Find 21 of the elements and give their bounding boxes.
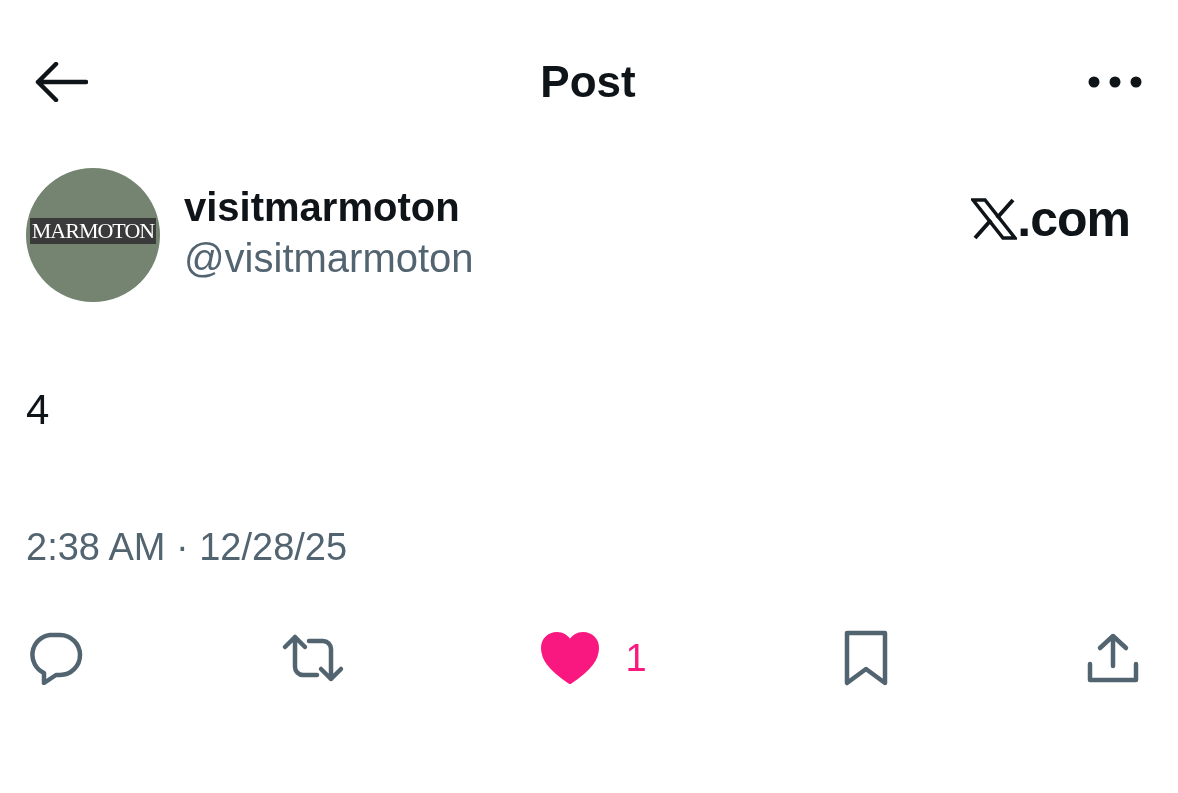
- post-timestamp: 2:38 AM · 12/28/25: [26, 526, 349, 569]
- back-button[interactable]: [34, 62, 88, 102]
- repost-icon: [280, 633, 345, 683]
- heart-icon: [541, 632, 600, 684]
- page-title: Post: [540, 57, 636, 107]
- bookmark-button[interactable]: [843, 629, 890, 687]
- x-logo-icon: [971, 198, 1018, 240]
- bookmark-icon: [843, 629, 890, 687]
- post-text: 4: [26, 386, 51, 434]
- repost-button[interactable]: [280, 633, 345, 683]
- avatar-logo-text: MARMOTON: [29, 218, 157, 244]
- like-button[interactable]: 1: [541, 632, 647, 684]
- back-arrow-icon: [34, 62, 88, 102]
- share-button[interactable]: [1085, 632, 1140, 684]
- author-handle: @visitmarmoton: [184, 235, 475, 282]
- site-label: .com: [1017, 190, 1130, 248]
- share-icon: [1085, 632, 1140, 684]
- more-button[interactable]: [1088, 76, 1142, 88]
- avatar[interactable]: MARMOTON: [26, 168, 160, 302]
- author-name: visitmarmoton: [184, 184, 461, 231]
- more-icon: [1088, 76, 1142, 88]
